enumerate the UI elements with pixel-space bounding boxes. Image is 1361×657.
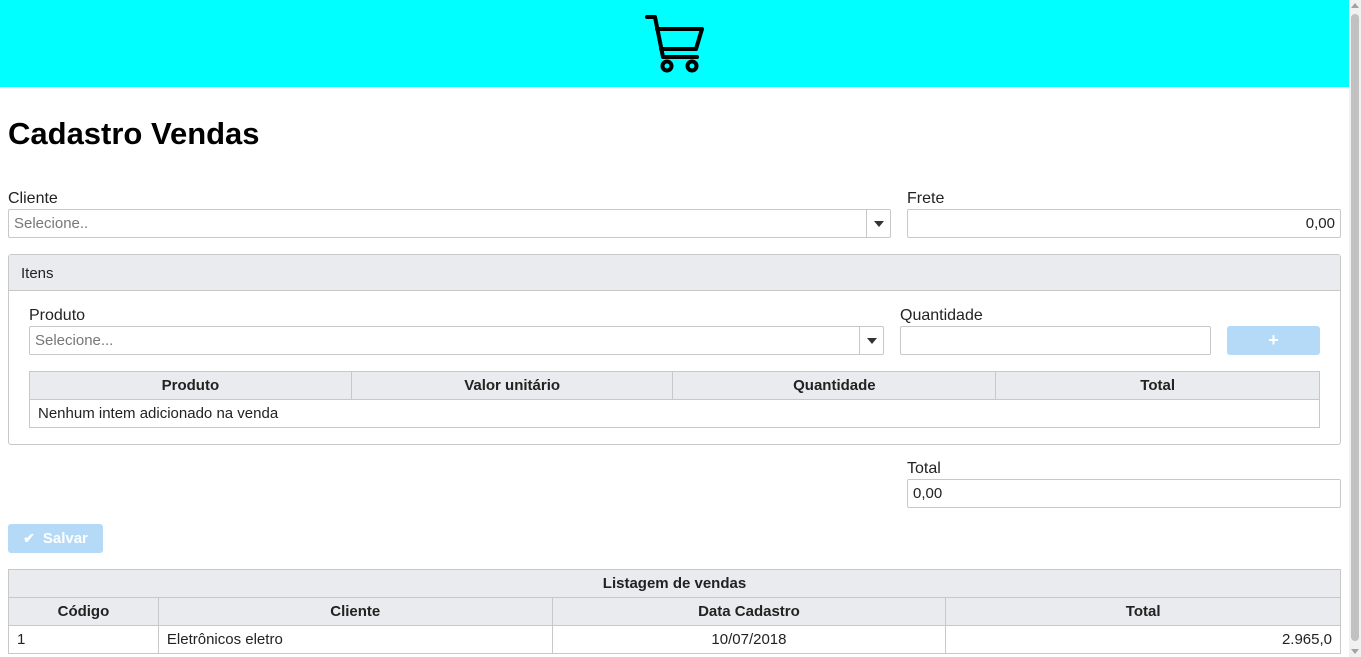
save-button-label: Salvar [42,530,88,547]
scroll-up-arrow-icon[interactable] [1351,3,1359,8]
cliente-dropdown-trigger[interactable] [866,210,890,237]
produto-select-value: Selecione... [35,332,114,349]
column-header-data-cadastro[interactable]: Data Cadastro [551,597,947,626]
frete-input[interactable] [907,209,1341,238]
quantidade-label: Quantidade [900,307,983,324]
app-header [0,0,1349,87]
add-item-button[interactable]: + [1227,326,1320,355]
total-label: Total [907,460,941,477]
page-scrollbar[interactable] [1349,0,1361,657]
table-row[interactable]: 1 Eletrônicos eletro 10/07/2018 2.965,0 [8,625,1341,654]
sales-list-caption: Listagem de vendas [8,569,1341,598]
column-header-cliente[interactable]: Cliente [157,597,553,626]
cell-codigo: 1 [8,625,159,654]
itens-panel-title: Itens [9,255,1340,291]
cell-cliente: Eletrônicos eletro [157,625,553,654]
quantidade-input[interactable] [900,326,1211,355]
scrollbar-thumb[interactable] [1351,14,1359,641]
produto-select[interactable]: Selecione... [29,326,884,355]
total-input[interactable] [907,479,1341,508]
scroll-down-arrow-icon[interactable] [1351,649,1359,654]
page-title: Cadastro Vendas [8,116,260,151]
column-header-total[interactable]: Total [995,371,1320,400]
chevron-down-icon [866,337,877,344]
column-header-codigo[interactable]: Código [8,597,159,626]
column-header-total[interactable]: Total [945,597,1341,626]
cliente-select-value: Selecione.. [14,215,89,232]
table-row: Nenhum intem adicionado na venda [29,399,1320,428]
column-header-quantidade[interactable]: Quantidade [672,371,997,400]
itens-table: Produto Valor unitário Quantidade Total … [29,371,1320,428]
produto-dropdown-trigger[interactable] [859,327,883,354]
empty-message: Nenhum intem adicionado na venda [29,399,1320,428]
check-icon: ✔ [23,530,35,546]
cliente-select[interactable]: Selecione.. [8,209,891,238]
sales-list-header-row: Código Cliente Data Cadastro Total [8,597,1341,626]
produto-label: Produto [29,307,86,324]
shopping-cart-icon[interactable] [644,13,705,75]
sales-list-table: Listagem de vendas Código Cliente Data C… [8,569,1341,654]
cell-total: 2.965,0 [945,625,1341,654]
page: Cadastro Vendas Cliente Selecione.. Fret… [0,0,1361,657]
cell-data-cadastro: 10/07/2018 [551,625,947,654]
column-header-produto[interactable]: Produto [29,371,352,400]
frete-label: Frete [907,190,945,207]
save-button[interactable]: ✔ Salvar [8,524,103,553]
column-header-valor-unitario[interactable]: Valor unitário [350,371,674,400]
itens-table-header-row: Produto Valor unitário Quantidade Total [29,371,1320,400]
chevron-down-icon [873,220,884,227]
cliente-label: Cliente [8,190,58,207]
